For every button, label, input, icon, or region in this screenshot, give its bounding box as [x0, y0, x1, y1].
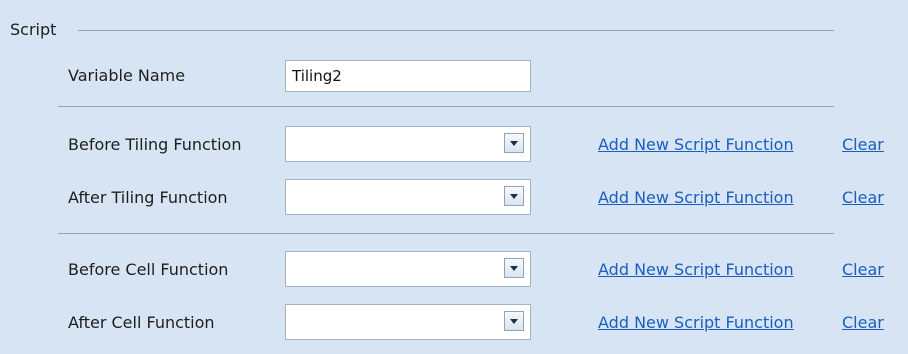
- dropdown-button[interactable]: [504, 311, 524, 331]
- before-cell-function-select[interactable]: [285, 251, 531, 287]
- dropdown-button[interactable]: [504, 186, 524, 206]
- section-rule: [78, 30, 834, 31]
- section-title: Script: [10, 20, 57, 39]
- chevron-down-icon: [510, 265, 518, 271]
- add-new-script-function-link[interactable]: Add New Script Function: [598, 135, 827, 155]
- after-cell-function-select[interactable]: [285, 304, 531, 340]
- separator: [58, 106, 834, 107]
- clear-link[interactable]: Clear: [842, 313, 884, 333]
- clear-link[interactable]: Clear: [842, 135, 884, 155]
- before-tiling-function-label: Before Tiling Function: [68, 135, 242, 154]
- variable-name-label: Variable Name: [68, 66, 186, 85]
- dropdown-button[interactable]: [504, 258, 524, 278]
- dropdown-button[interactable]: [504, 133, 524, 153]
- add-new-script-function-link[interactable]: Add New Script Function: [598, 188, 827, 208]
- chevron-down-icon: [510, 193, 518, 199]
- clear-link[interactable]: Clear: [842, 260, 884, 280]
- add-new-script-function-link[interactable]: Add New Script Function: [598, 260, 827, 280]
- before-cell-function-label: Before Cell Function: [68, 260, 229, 279]
- chevron-down-icon: [510, 140, 518, 146]
- after-tiling-function-label: After Tiling Function: [68, 188, 228, 207]
- chevron-down-icon: [510, 318, 518, 324]
- clear-link[interactable]: Clear: [842, 188, 884, 208]
- separator: [58, 233, 834, 234]
- after-tiling-function-select[interactable]: [285, 179, 531, 215]
- add-new-script-function-link[interactable]: Add New Script Function: [598, 313, 827, 333]
- variable-name-input[interactable]: [285, 60, 531, 92]
- script-panel: Script Variable Name Before Tiling Funct…: [0, 0, 908, 354]
- after-cell-function-label: After Cell Function: [68, 313, 215, 332]
- before-tiling-function-select[interactable]: [285, 126, 531, 162]
